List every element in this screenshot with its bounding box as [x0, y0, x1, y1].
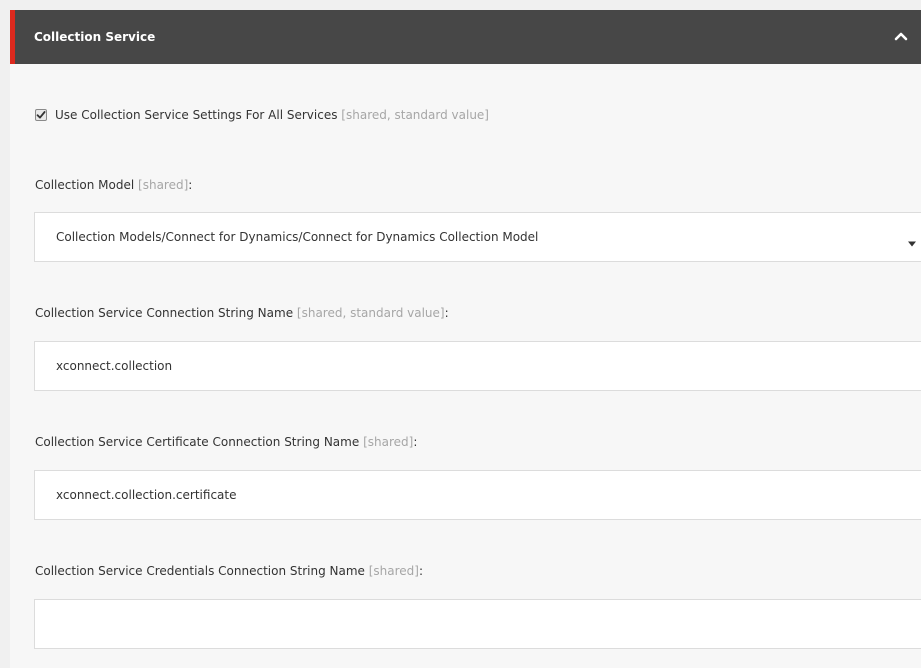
- certificate-string-label-text: Collection Service Certificate Connectio…: [35, 435, 360, 449]
- collection-model-colon: :: [188, 178, 193, 192]
- connection-string-input[interactable]: xconnect.collection: [34, 341, 921, 391]
- credentials-string-input[interactable]: [34, 599, 921, 649]
- certificate-string-input[interactable]: xconnect.collection.certificate: [34, 470, 921, 520]
- credentials-string-label-text: Collection Service Credentials Connectio…: [35, 564, 365, 578]
- use-collection-settings-checkbox[interactable]: [35, 109, 47, 121]
- chevron-up-icon[interactable]: [893, 28, 909, 44]
- collection-model-label-text: Collection Model: [35, 178, 135, 192]
- use-settings-meta: [shared, standard value]: [341, 108, 489, 122]
- connection-string-colon: :: [444, 306, 449, 320]
- credentials-string-label: Collection Service Credentials Connectio…: [35, 564, 423, 578]
- use-collection-settings-checkbox-row[interactable]: Use Collection Service Settings For All …: [35, 105, 489, 125]
- collection-model-meta: [shared]: [138, 178, 189, 192]
- collection-model-value: Collection Models/Connect for Dynamics/C…: [56, 230, 539, 244]
- connection-string-meta: [shared, standard value]: [296, 306, 445, 320]
- certificate-string-meta: [shared]: [363, 435, 414, 449]
- checkmark-icon: [36, 111, 46, 119]
- section-title: Collection Service: [34, 30, 156, 44]
- certificate-string-label: Collection Service Certificate Connectio…: [35, 435, 417, 449]
- collection-model-select[interactable]: Collection Models/Connect for Dynamics/C…: [34, 212, 921, 262]
- credentials-string-meta: [shared]: [368, 564, 419, 578]
- connection-string-label-text: Collection Service Connection String Nam…: [35, 306, 294, 320]
- collection-model-label: Collection Model [shared]:: [35, 178, 192, 192]
- connection-string-label: Collection Service Connection String Nam…: [35, 306, 449, 320]
- collection-service-panel: Collection Service Use Collection Servic…: [10, 10, 921, 668]
- section-header[interactable]: Collection Service: [10, 10, 921, 64]
- certificate-string-value: xconnect.collection.certificate: [56, 488, 237, 502]
- top-strip: [0, 0, 921, 10]
- credentials-string-colon: :: [418, 564, 424, 578]
- use-settings-label-text: Use Collection Service Settings For All …: [55, 108, 338, 122]
- connection-string-value: xconnect.collection: [56, 359, 173, 373]
- caret-down-icon[interactable]: [907, 233, 917, 247]
- use-collection-settings-label: Use Collection Service Settings For All …: [55, 108, 489, 122]
- certificate-string-colon: :: [413, 435, 418, 449]
